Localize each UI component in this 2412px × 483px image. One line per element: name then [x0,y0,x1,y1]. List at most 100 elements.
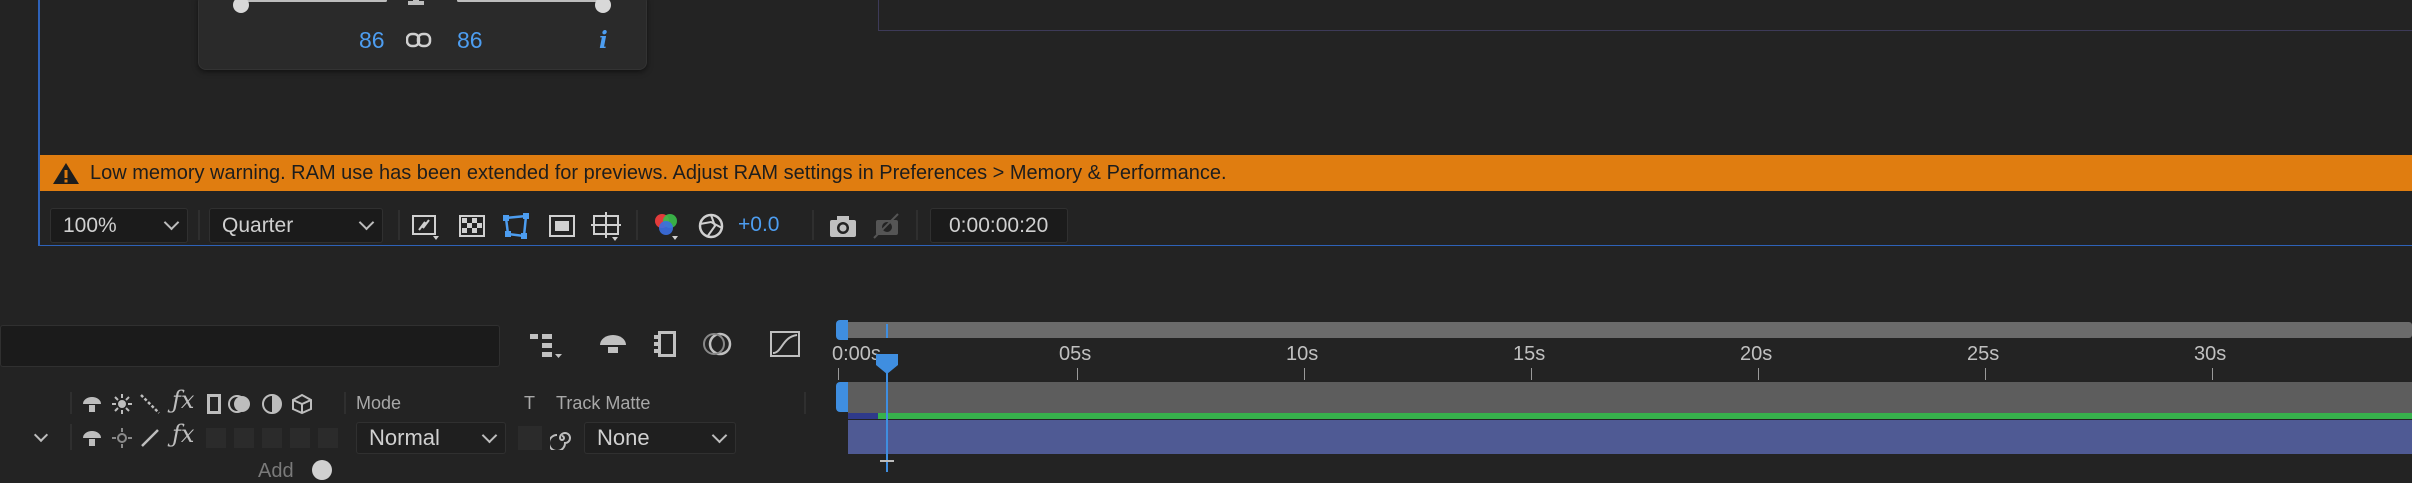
slider-knob[interactable] [595,0,611,13]
divider [344,392,346,414]
exposure-reset-icon[interactable] [695,210,727,242]
ruler-tick [1304,368,1305,380]
ruler-tick [1985,368,1986,380]
viewer-toolbar [40,197,2412,245]
track-matte-dropdown[interactable]: None [584,422,736,454]
divider [70,392,72,414]
ruler-tick [1077,368,1078,380]
link-icon[interactable] [406,31,432,49]
info-icon[interactable]: i [599,27,608,54]
composition-frame [878,0,2412,31]
ruler-label: 20s [1740,343,1773,365]
ruler-label: 15s [1513,343,1546,365]
add-property-button[interactable] [312,460,332,480]
quality-switch-icon[interactable] [138,426,162,450]
ruler-label: 10s [1286,343,1319,365]
motion-blur-switch[interactable] [234,428,254,448]
divider [198,210,200,240]
divider [398,210,400,240]
time-navigator-bar[interactable] [838,322,2412,338]
parent-pick-whip-icon[interactable] [550,426,574,450]
warning-icon [53,163,79,184]
adjustment-layer-icon[interactable] [260,392,284,416]
layer-in-marker [848,413,878,419]
anchor-icon [408,0,424,5]
fast-previews-icon[interactable] [409,210,441,242]
resolution-value: Quarter [222,213,294,237]
divider [636,210,638,240]
slider-knob[interactable] [233,0,249,13]
collapse-switch-icon[interactable] [110,426,134,450]
work-area-bar[interactable] [848,382,2412,416]
track-matte-column-header[interactable]: Track Matte [556,393,650,414]
graph-editor-icon[interactable] [768,329,802,359]
ruler-label: 05s [1059,343,1092,365]
effects-switch-icon[interactable]: ƒx [172,420,194,448]
track-matte-value: None [597,425,650,450]
scale-panel: 86 86 i [198,0,647,70]
shy-icon[interactable] [80,392,104,416]
timecode-value: 0:00:00:20 [949,213,1049,237]
snapshot-camera-icon[interactable] [827,210,859,242]
chevron-down-icon [481,427,498,444]
color-channels-icon[interactable] [650,210,682,242]
ruler-tick [1531,368,1532,380]
scale-slider-right[interactable] [457,0,611,13]
motion-blur-column-icon[interactable] [228,392,252,416]
exposure-value[interactable]: +0.0 [738,213,779,237]
ruler-label: 30s [2194,343,2227,365]
mode-column-header[interactable]: Mode [356,393,401,414]
zoom-value: 100% [63,213,117,237]
scale-value-left[interactable]: 86 [359,27,385,54]
frame-blending-icon[interactable] [652,329,682,359]
ruler-label: 0:00s [832,343,881,365]
composition-flowchart-icon[interactable] [528,330,564,360]
scale-value-right[interactable]: 86 [457,27,483,54]
divider [916,210,918,240]
divider [70,424,72,450]
chevron-down-icon [711,427,728,444]
transparency-grid-icon[interactable] [456,210,488,242]
3d-layer-icon[interactable] [290,392,314,416]
adjustment-switch[interactable] [262,428,282,448]
mask-path-visibility-icon[interactable] [500,210,532,242]
panel-gap [0,246,2412,316]
region-of-interest-icon[interactable] [546,210,578,242]
time-ruler[interactable]: 0:00s 05s 10s 15s 20s 25s 30s [832,340,2412,380]
motion-blur-icon[interactable] [700,329,734,359]
layer-range-indicator [848,413,2412,419]
scale-slider-left[interactable] [233,0,387,13]
playhead-line [886,360,888,472]
blend-mode-dropdown[interactable]: Normal [356,422,506,454]
divider [812,210,814,240]
layer-duration-bar[interactable] [848,420,2412,454]
t-column-header[interactable]: T [524,393,535,414]
grid-guides-icon[interactable] [590,210,622,242]
chevron-down-icon [163,214,180,231]
ruler-tick [1758,368,1759,380]
ruler-tick [2212,368,2213,380]
3d-switch[interactable] [290,428,310,448]
quality-icon[interactable] [138,392,162,416]
switch-slot[interactable] [318,428,338,448]
draft-3d-icon[interactable] [596,329,630,359]
warning-text: Low memory warning. RAM use has been ext… [90,161,1227,184]
navigator-playhead-marker [886,324,888,338]
collapse-transformations-icon[interactable] [110,392,134,416]
effects-fx-icon[interactable]: ƒx [172,386,194,414]
time-navigator-start-handle[interactable] [836,320,848,340]
preserve-transparency-switch[interactable] [518,426,542,450]
shy-switch-icon[interactable] [80,426,104,450]
ruler-label: 25s [1967,343,2000,365]
low-memory-warning-bar: Low memory warning. RAM use has been ext… [40,155,2412,191]
show-snapshot-icon[interactable] [870,210,902,242]
layer-search-input[interactable] [0,325,500,367]
frame-blend-switch[interactable] [206,428,226,448]
zoom-dropdown[interactable]: 100% [50,208,188,243]
ruler-tick [838,368,839,380]
blend-mode-value: Normal [369,425,440,450]
divider [804,392,806,414]
frame-blend-column-icon[interactable] [202,392,226,416]
timecode-display[interactable]: 0:00:00:20 [930,208,1068,243]
resolution-dropdown[interactable]: Quarter [209,208,383,243]
